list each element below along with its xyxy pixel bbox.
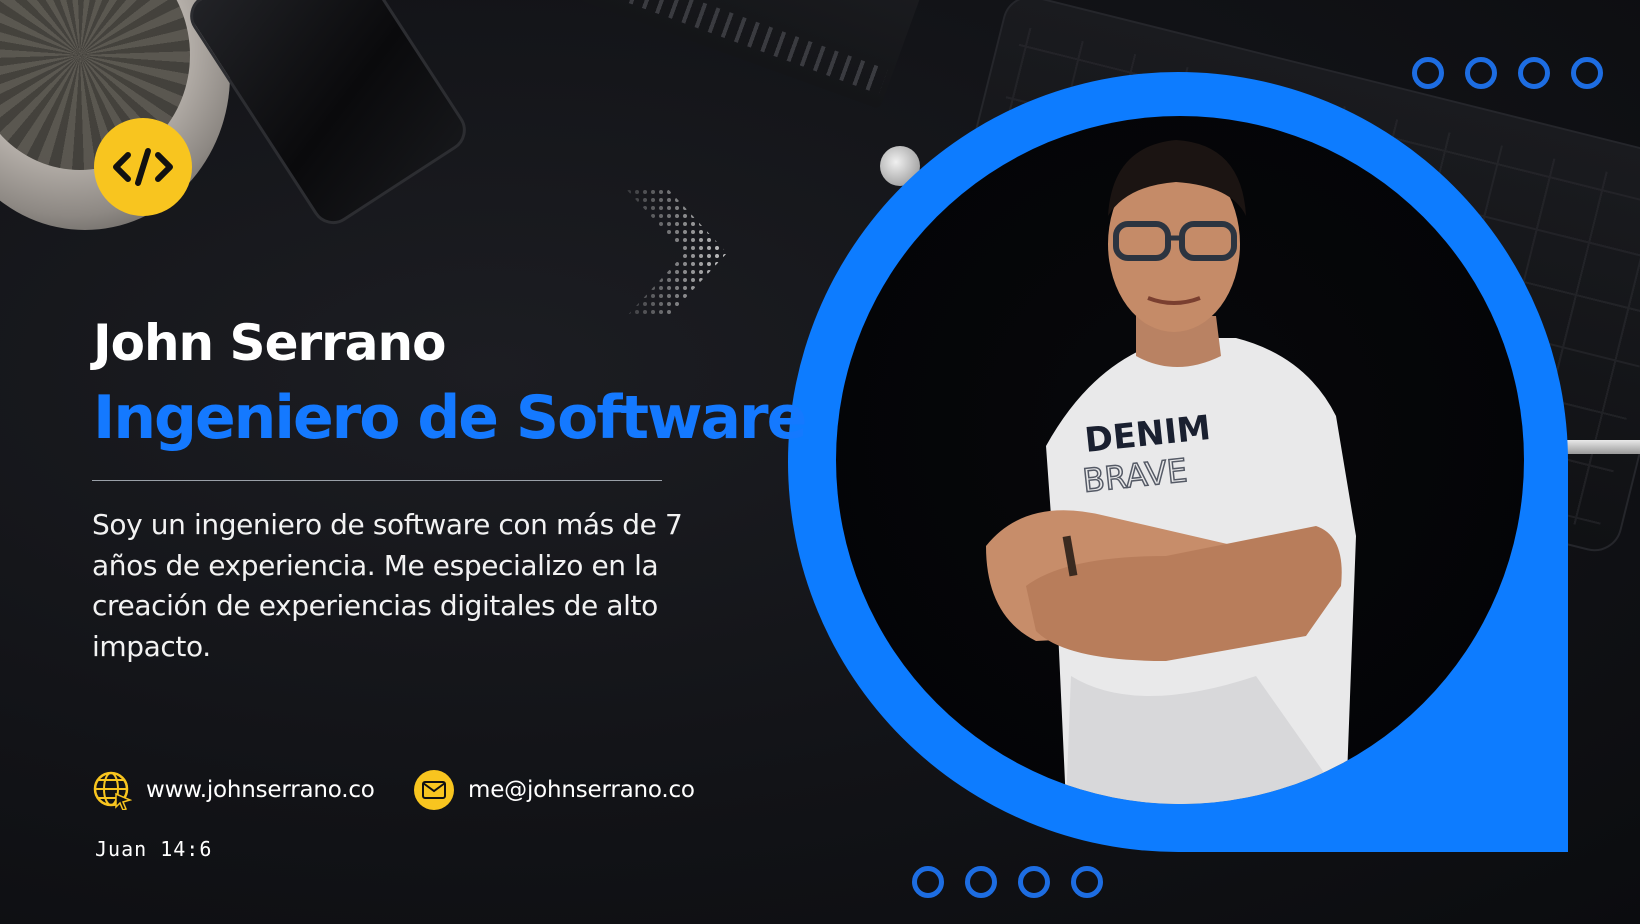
ring-icon <box>1518 57 1550 89</box>
email-link[interactable]: me@johnserrano.co <box>414 770 695 810</box>
website-link[interactable]: www.johnserrano.co <box>92 770 375 810</box>
profile-banner: DENIM BRAVE John Serrano Ingeniero de So… <box>0 0 1640 924</box>
mail-icon <box>414 770 454 810</box>
ring-row-top <box>1412 57 1603 89</box>
ring-icon <box>912 866 944 898</box>
code-badge <box>94 118 192 216</box>
globe-icon <box>92 770 132 810</box>
ring-icon <box>1571 57 1603 89</box>
ring-icon <box>965 866 997 898</box>
portrait-illustration: DENIM BRAVE <box>986 140 1356 804</box>
divider-line <box>92 480 662 481</box>
code-icon <box>113 148 173 186</box>
notebook-decoration <box>578 0 942 110</box>
profile-photo: DENIM BRAVE <box>836 116 1524 804</box>
ring-icon <box>1465 57 1497 89</box>
ring-icon <box>1071 866 1103 898</box>
ring-icon <box>1412 57 1444 89</box>
website-text[interactable]: www.johnserrano.co <box>146 777 375 803</box>
person-name: John Serrano <box>93 314 446 372</box>
dotted-chevron-icon <box>625 188 727 318</box>
job-title: Ingeniero de Software <box>93 383 807 453</box>
bible-verse: Juan 14:6 <box>95 837 213 861</box>
notebook-spiral <box>589 0 888 95</box>
bio-text: Soy un ingeniero de software con más de … <box>92 508 683 663</box>
smartphone-decoration <box>181 0 475 233</box>
stylus-decoration <box>1560 440 1640 454</box>
ring-row-bottom <box>912 866 1103 898</box>
email-text[interactable]: me@johnserrano.co <box>468 777 695 803</box>
ring-icon <box>1018 866 1050 898</box>
